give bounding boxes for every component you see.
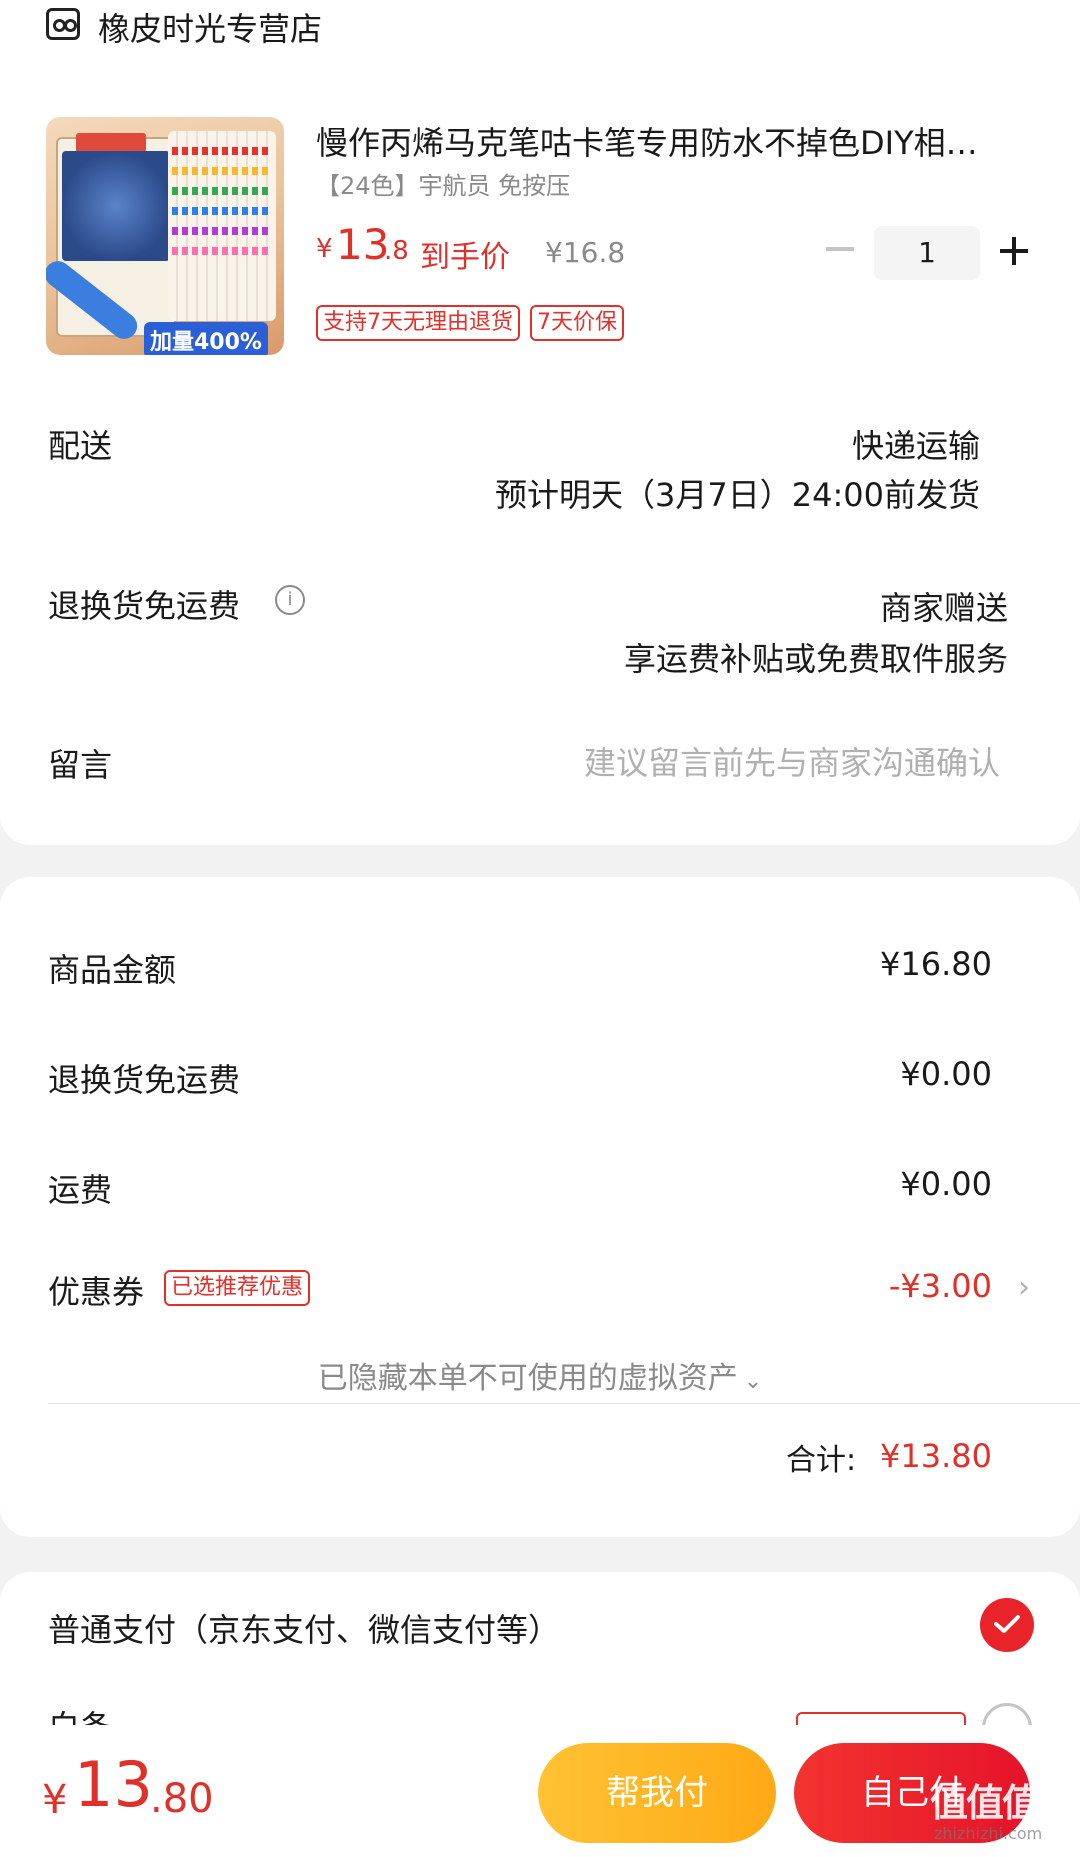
goods-amount-value: ¥16.80: [880, 945, 992, 983]
info-icon[interactable]: i: [275, 585, 305, 615]
shipping-fee-label: 运费: [48, 1171, 113, 1209]
shop-icon: [46, 8, 80, 40]
chevron-right-icon[interactable]: ›: [1018, 1270, 1030, 1305]
product-spec[interactable]: 【24色】宇航员 免按压: [316, 166, 570, 201]
exchange-fee-value: ¥0.00: [900, 1055, 992, 1093]
exchange-freight-label: 退换货免运费: [48, 587, 241, 625]
check-icon[interactable]: [980, 1598, 1034, 1652]
help-pay-button[interactable]: 帮我付: [538, 1743, 776, 1843]
price-currency: ¥: [316, 234, 333, 264]
total-value: ¥13.80: [880, 1437, 992, 1475]
coupon-tag: 已选推荐优惠: [164, 1270, 311, 1306]
divider: [48, 1403, 1080, 1404]
price-decimal: .8: [384, 236, 409, 266]
product-image-marker-tips: [172, 147, 272, 267]
final-price-label: 到手价: [420, 240, 510, 275]
price-integer: 13: [336, 220, 390, 269]
bottom-price-decimal: .80: [150, 1776, 214, 1822]
goods-amount-label: 商品金额: [48, 951, 177, 989]
exchange-fee-label: 退换货免运费: [48, 1061, 241, 1099]
message-label: 留言: [48, 746, 113, 784]
delivery-eta: 预计明天（3月7日）24:00前发货: [495, 476, 980, 514]
bottom-price-currency: ¥: [42, 1777, 68, 1823]
hidden-assets-toggle[interactable]: 已隐藏本单不可使用的虚拟资产 ⌄: [0, 1353, 1080, 1397]
product-image[interactable]: 加量400%: [46, 117, 284, 355]
shipping-fee-value: ¥0.00: [900, 1165, 992, 1203]
price-protection-tag: 7天价保: [530, 305, 624, 341]
delivery-label: 配送: [48, 427, 113, 465]
coupon-label[interactable]: 优惠券: [48, 1267, 144, 1313]
hidden-assets-text: 已隐藏本单不可使用的虚拟资产: [317, 1361, 738, 1396]
original-price: ¥16.8: [545, 236, 626, 269]
watermark-logo: 值值值: [930, 1781, 1040, 1825]
coupon-value[interactable]: -¥3.00: [889, 1267, 992, 1305]
payment-method-label[interactable]: 普通支付（京东支付、微信支付等）: [48, 1605, 560, 1651]
quantity-decrease-button[interactable]: [826, 247, 854, 251]
quantity-field[interactable]: 1: [874, 226, 980, 280]
exchange-freight-desc: 享运费补贴或免费取件服务: [623, 640, 1008, 678]
product-image-astronaut: [62, 151, 170, 261]
product-image-badge: 加量400%: [144, 322, 268, 355]
message-input[interactable]: [440, 740, 1000, 786]
shop-name[interactable]: 橡皮时光专营店: [98, 4, 322, 50]
watermark-url: zhizhizhi.com: [934, 1824, 1043, 1843]
product-title[interactable]: 慢作丙烯马克笔咕卡笔专用防水不掉色DIY相…: [316, 118, 1016, 164]
bottom-price-integer: 13: [74, 1748, 153, 1821]
exchange-freight-value: 商家赠送: [879, 589, 1008, 627]
total-label: 合计:: [786, 1443, 857, 1478]
delivery-method[interactable]: 快递运输: [852, 421, 980, 467]
quantity-increase-button[interactable]: [1000, 237, 1028, 265]
chevron-down-icon: ⌄: [743, 1369, 763, 1394]
return-policy-tag: 支持7天无理由退货: [316, 305, 520, 341]
